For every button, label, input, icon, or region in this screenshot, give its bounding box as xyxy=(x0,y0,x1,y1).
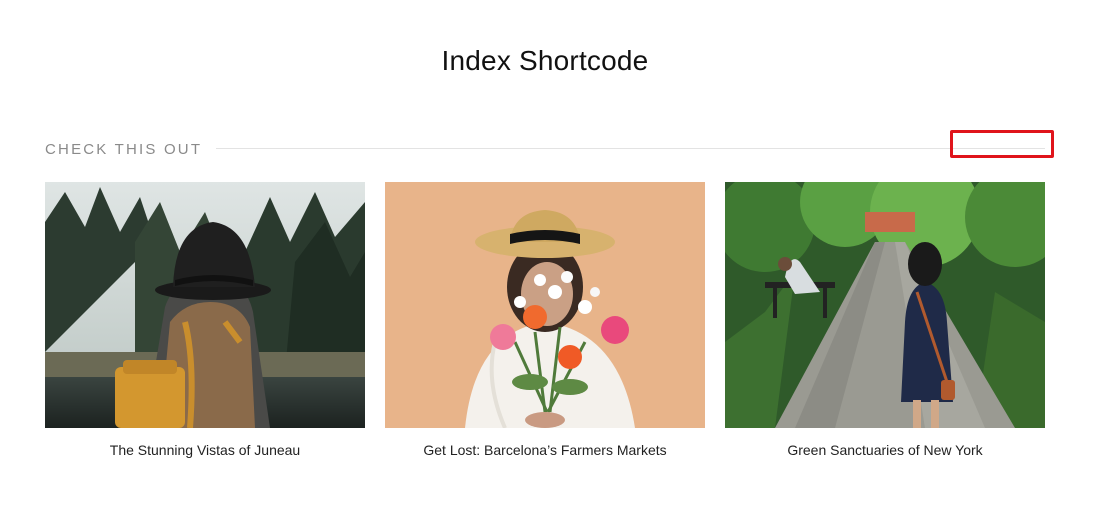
post-title-barcelona[interactable]: Get Lost: Barcelona’s Farmers Markets xyxy=(385,440,705,460)
post-grid: The Stunning Vistas of Juneau Get Lost: … xyxy=(45,182,1045,472)
page-title: Index Shortcode xyxy=(441,44,649,76)
post-thumbnail-juneau[interactable] xyxy=(45,182,365,428)
park-photo-image xyxy=(725,182,1045,428)
section-divider xyxy=(216,148,1045,149)
section-label: CHECK THIS OUT xyxy=(45,141,203,158)
slider-nav-highlight[interactable] xyxy=(950,130,1054,158)
post-card-new-york[interactable]: Green Sanctuaries of New York xyxy=(725,182,1045,460)
post-thumbnail-new-york[interactable] xyxy=(725,182,1045,428)
post-title-new-york[interactable]: Green Sanctuaries of New York xyxy=(725,440,1045,460)
post-thumbnail-barcelona[interactable] xyxy=(385,182,705,428)
section-header: CHECK THIS OUT xyxy=(45,130,1054,164)
post-title-juneau[interactable]: The Stunning Vistas of Juneau xyxy=(45,440,365,460)
post-card-juneau[interactable]: The Stunning Vistas of Juneau xyxy=(45,182,365,460)
flowers-photo-image xyxy=(385,182,705,428)
forest-photo-image xyxy=(45,182,365,428)
post-card-barcelona[interactable]: Get Lost: Barcelona’s Farmers Markets xyxy=(385,182,705,460)
